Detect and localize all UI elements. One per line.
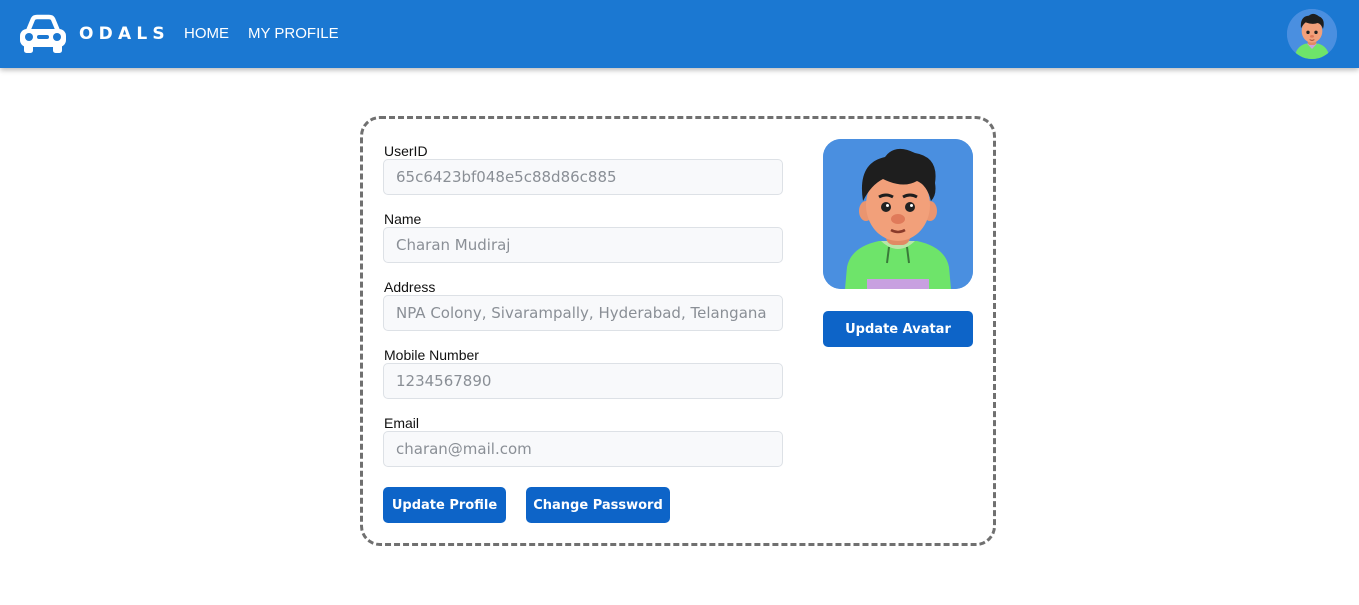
name-input[interactable]: [383, 227, 783, 263]
profile-avatar: [823, 139, 973, 289]
mobile-number-label: Mobile Number: [384, 347, 479, 363]
name-label: Name: [384, 211, 422, 227]
change-password-button[interactable]: Change Password: [526, 487, 670, 523]
user-avatar-icon: [823, 139, 973, 289]
email-label: Email: [384, 415, 420, 431]
nav-my-profile-link[interactable]: MY PROFILE: [248, 24, 339, 43]
mobile-number-input[interactable]: [383, 363, 783, 399]
update-profile-button[interactable]: Update Profile: [383, 487, 506, 523]
brand[interactable]: ODALS: [18, 13, 170, 55]
profile-card: UserID Name Address Mobile Number Email …: [360, 116, 996, 546]
userid-input[interactable]: [383, 159, 783, 195]
brand-name: ODALS: [79, 24, 170, 44]
car-logo-icon: [18, 13, 68, 55]
nav-links: HOME MY PROFILE: [184, 24, 339, 43]
update-avatar-button[interactable]: Update Avatar: [823, 311, 973, 347]
userid-label: UserID: [384, 143, 428, 159]
header-user-avatar[interactable]: [1287, 9, 1337, 59]
user-avatar-icon: [1287, 9, 1337, 59]
address-label: Address: [384, 279, 436, 295]
top-navbar: ODALS HOME MY PROFILE: [0, 0, 1359, 68]
nav-home-link[interactable]: HOME: [184, 24, 229, 43]
email-input[interactable]: [383, 431, 783, 467]
address-input[interactable]: [383, 295, 783, 331]
